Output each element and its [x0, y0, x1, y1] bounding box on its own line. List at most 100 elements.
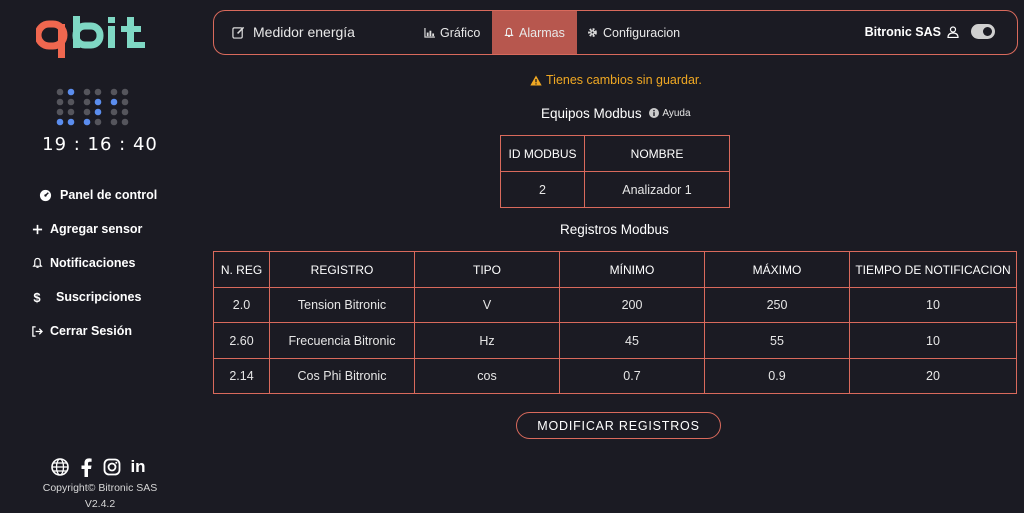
tab-label: Gráfico — [440, 25, 481, 40]
clock-dot — [94, 118, 102, 126]
clock-dot — [67, 108, 75, 116]
plus-icon — [28, 224, 46, 235]
unsaved-changes-warning: Tienes cambios sin guardar. — [530, 73, 702, 87]
table-cell: Hz — [414, 322, 560, 359]
table-cell: 250 — [704, 287, 850, 323]
gauge-icon — [36, 189, 54, 202]
device-title-label: Medidor energía — [253, 24, 355, 40]
clock-dot — [83, 108, 91, 116]
table-row[interactable]: 2.0 Tension Bitronic V 200 250 10 — [213, 287, 1017, 323]
sidebar-item-notificaciones[interactable]: Notificaciones — [28, 246, 157, 280]
table-row[interactable]: 2.60 Frecuencia Bitronic Hz 45 55 10 — [213, 322, 1017, 359]
sidebar-nav: Panel de control Agregar sensor Notifica… — [28, 178, 157, 348]
clock-dot — [94, 98, 102, 106]
table-cell: 2.14 — [213, 358, 270, 394]
table-header-cell: ID MODBUS — [500, 135, 585, 172]
table-cell: Analizador 1 — [584, 171, 730, 208]
table-cell: Tension Bitronic — [269, 287, 415, 323]
table-header-cell: TIEMPO DE NOTIFICACION — [849, 251, 1017, 288]
clock-dot — [56, 98, 64, 106]
clock-dot — [67, 88, 75, 96]
clock-dot — [94, 88, 102, 96]
dollar-icon: $ — [33, 289, 41, 305]
bell-icon — [504, 27, 514, 38]
table-cell: 2.0 — [213, 287, 270, 323]
sidebar: 19 : 16 : 40 Panel de control Agregar se… — [0, 0, 200, 513]
modificar-registros-button[interactable]: MODIFICAR REGISTROS — [516, 412, 721, 439]
tab-label: Alarmas — [519, 25, 565, 40]
theme-toggle[interactable] — [971, 24, 995, 39]
tab-label: Configuracion — [603, 25, 681, 40]
tab-alarmas[interactable]: Alarmas — [492, 11, 577, 54]
sidebar-item-label: Notificaciones — [50, 256, 136, 270]
warning-icon — [530, 75, 542, 86]
sidebar-item-label: Panel de control — [60, 188, 158, 202]
clock-dot — [67, 118, 75, 126]
table-header-row: N. REG REGISTRO TIPO MÍNIMO MÁXIMO TIEMP… — [213, 251, 1017, 288]
clock-dot — [56, 108, 64, 116]
clock-dot — [121, 118, 129, 126]
sidebar-item-cerrar-sesion[interactable]: Cerrar Sesión — [28, 314, 157, 348]
table-cell: 10 — [849, 322, 1017, 359]
clock-dot — [67, 98, 75, 106]
section-title-text: Equipos Modbus — [541, 106, 642, 121]
clock-dot — [110, 118, 118, 126]
warning-text: Tienes cambios sin guardar. — [546, 73, 702, 87]
table-cell: 55 — [704, 322, 850, 359]
sidebar-item-label: Agregar sensor — [50, 222, 143, 236]
clock-time: 19 : 16 : 40 — [42, 134, 158, 155]
instagram-icon[interactable] — [102, 457, 122, 477]
tab-configuracion[interactable]: Configuracion — [587, 11, 680, 54]
social-links: in — [50, 457, 148, 477]
clock-dot — [110, 108, 118, 116]
clock-dot — [56, 88, 64, 96]
user-menu[interactable]: Bitronic SAS — [865, 11, 959, 53]
sidebar-item-label: Cerrar Sesión — [50, 324, 132, 338]
sidebar-item-agregar-sensor[interactable]: Agregar sensor — [28, 212, 157, 246]
table-cell: 0.7 — [559, 358, 705, 394]
equipos-modbus-table: ID MODBUS NOMBRE 2 Analizador 1 — [500, 135, 730, 208]
help-link[interactable]: Ayuda — [649, 107, 691, 119]
sidebar-item-suscripciones[interactable]: $ Suscripciones — [28, 280, 157, 314]
qbit-logo — [36, 16, 145, 58]
table-cell: Cos Phi Bitronic — [269, 358, 415, 394]
clock-dot — [110, 88, 118, 96]
equipos-modbus-title: Equipos Modbus Ayuda — [541, 106, 691, 121]
table-header-row: ID MODBUS NOMBRE — [500, 135, 730, 172]
table-cell: 45 — [559, 322, 705, 359]
sign-out-icon — [28, 325, 46, 337]
linkedin-icon[interactable]: in — [128, 457, 148, 477]
globe-icon[interactable] — [50, 457, 70, 477]
user-name: Bitronic SAS — [864, 25, 941, 39]
table-header-cell: REGISTRO — [269, 251, 415, 288]
top-navbar: Medidor energía Gráfico Alarmas Configur… — [213, 10, 1018, 55]
registros-modbus-title: Registros Modbus — [560, 222, 669, 237]
edit-icon — [232, 26, 245, 39]
table-row[interactable]: 2.14 Cos Phi Bitronic cos 0.7 0.9 20 — [213, 358, 1017, 394]
bell-icon — [28, 257, 46, 269]
clock-dot — [121, 108, 129, 116]
gear-icon — [587, 27, 598, 38]
sidebar-item-panel-de-control[interactable]: Panel de control — [28, 178, 157, 212]
facebook-icon[interactable] — [76, 457, 96, 477]
clock-dot — [83, 88, 91, 96]
help-label: Ayuda — [662, 107, 691, 119]
table-header-cell: TIPO — [414, 251, 560, 288]
table-cell: 20 — [849, 358, 1017, 394]
user-icon — [947, 26, 959, 38]
tab-grafico[interactable]: Gráfico — [424, 11, 480, 54]
table-header-cell: MÁXIMO — [704, 251, 850, 288]
table-row[interactable]: 2 Analizador 1 — [500, 171, 730, 208]
info-icon — [649, 108, 660, 118]
table-cell: V — [414, 287, 560, 323]
table-cell: 200 — [559, 287, 705, 323]
device-title[interactable]: Medidor energía — [232, 11, 355, 53]
clock-dot — [83, 98, 91, 106]
table-cell: 2 — [500, 171, 585, 208]
copyright-text: Copyright© Bitronic SAS — [42, 482, 158, 494]
clock-dot — [56, 118, 64, 126]
table-header-cell: NOMBRE — [584, 135, 730, 172]
table-cell: 0.9 — [704, 358, 850, 394]
clock-dot — [83, 118, 91, 126]
table-header-cell: MÍNIMO — [559, 251, 705, 288]
